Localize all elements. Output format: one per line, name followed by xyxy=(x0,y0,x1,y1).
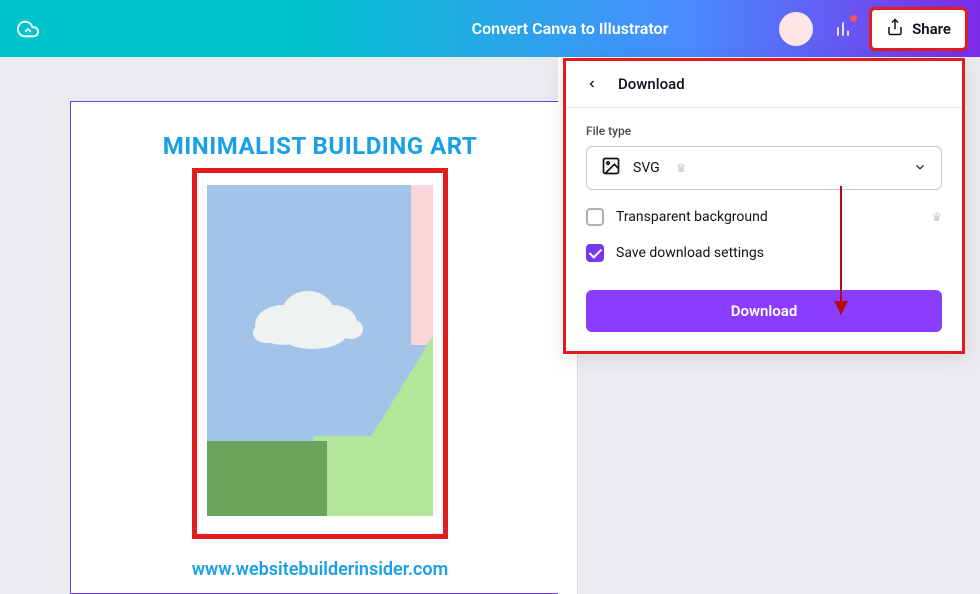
file-type-label: File type xyxy=(586,124,942,138)
crown-icon: ♛ xyxy=(931,210,942,224)
footer-url: www.websitebuilderinsider.com xyxy=(71,559,569,580)
image-icon xyxy=(601,156,621,180)
top-header: Convert Canva to Illustrator Share xyxy=(0,0,980,57)
notification-dot xyxy=(850,15,857,22)
analytics-button[interactable] xyxy=(825,11,861,47)
save-settings-checkbox[interactable] xyxy=(586,244,604,262)
share-upload-icon xyxy=(886,18,904,40)
share-button-label: Share xyxy=(912,20,951,38)
cloud-save-icon[interactable] xyxy=(12,13,44,45)
crown-icon: ♛ xyxy=(676,161,687,175)
download-button[interactable]: Download xyxy=(586,290,942,332)
artwork-highlight xyxy=(192,168,448,539)
file-type-value: SVG xyxy=(633,160,660,176)
canvas-area: MINIMALIST BUILDING ART xyxy=(0,57,580,594)
transparent-bg-label: Transparent background xyxy=(616,209,768,225)
cloud-shape xyxy=(243,275,373,355)
file-type-left: SVG ♛ xyxy=(601,156,686,180)
canvas-title: MINIMALIST BUILDING ART xyxy=(71,132,569,160)
chevron-down-icon xyxy=(913,159,927,178)
save-settings-row[interactable]: Save download settings xyxy=(586,244,942,262)
transparent-bg-checkbox[interactable] xyxy=(586,208,604,226)
design-canvas[interactable]: MINIMALIST BUILDING ART xyxy=(70,101,570,594)
art-grass-light-fill xyxy=(313,436,433,516)
download-panel: Download File type SVG ♛ Transparent bac… xyxy=(563,58,965,354)
art-wall xyxy=(411,185,433,345)
artwork xyxy=(207,185,433,516)
file-type-select[interactable]: SVG ♛ xyxy=(586,146,942,190)
share-button[interactable]: Share xyxy=(869,7,968,51)
save-settings-label: Save download settings xyxy=(616,245,764,261)
annotation-arrow xyxy=(840,186,842,314)
panel-header: Download xyxy=(566,61,962,108)
transparent-bg-row[interactable]: Transparent background ♛ xyxy=(586,208,942,226)
back-button[interactable] xyxy=(586,76,602,92)
panel-body: File type SVG ♛ Transparent background ♛ xyxy=(566,108,962,332)
header-left xyxy=(12,13,44,45)
document-title[interactable]: Convert Canva to Illustrator xyxy=(472,19,669,38)
panel-title: Download xyxy=(618,75,685,93)
avatar[interactable] xyxy=(779,12,813,46)
download-button-label: Download xyxy=(731,302,798,320)
header-right: Share xyxy=(779,7,968,51)
